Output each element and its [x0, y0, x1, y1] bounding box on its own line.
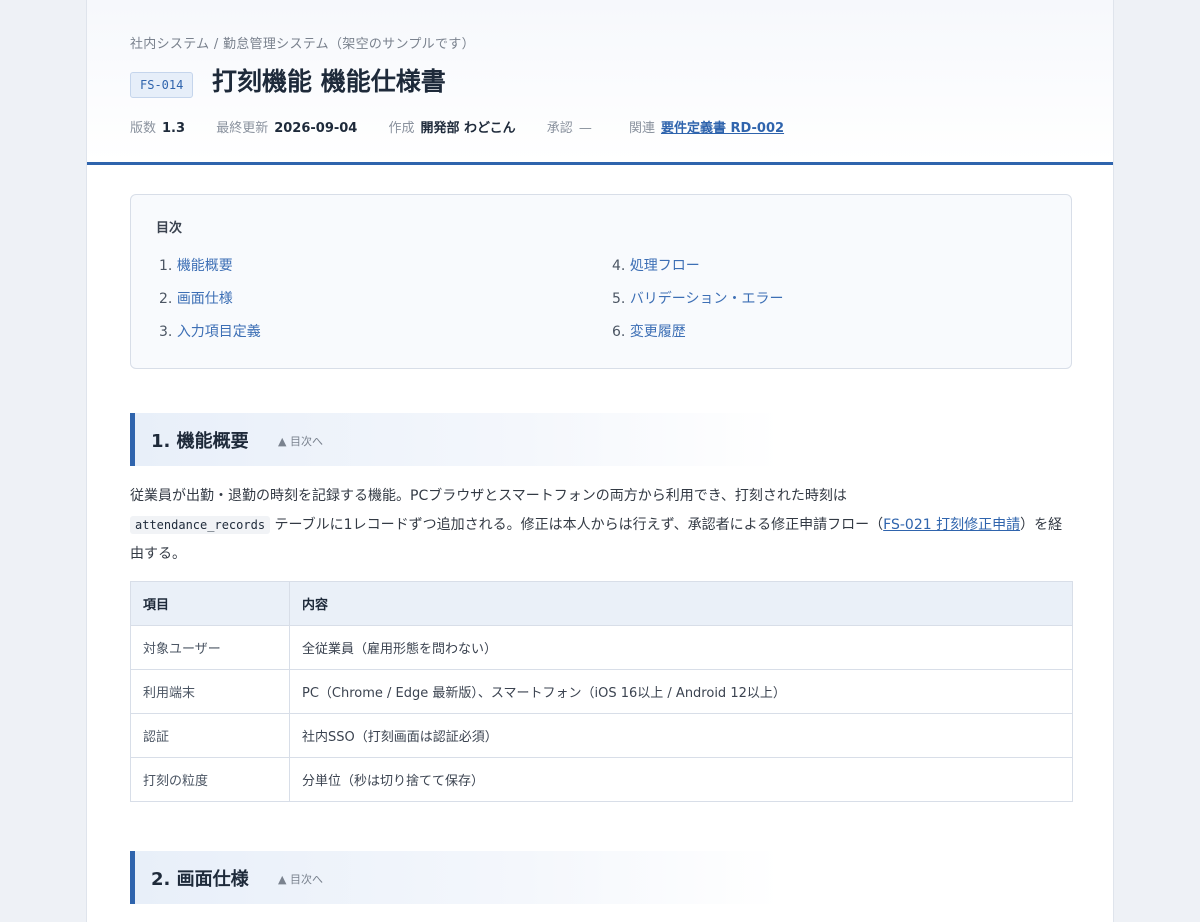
toc-item-number: 2. [159, 291, 173, 307]
toc-item-6: 6. 変更履歴 [612, 321, 686, 341]
correction-request-link[interactable]: FS-021 打刻修正申請 [883, 517, 1020, 533]
toc-link-input-fields[interactable]: 入力項目定義 [177, 324, 261, 340]
section-title: 1. 機能概要 [151, 431, 249, 452]
toc-link-validation[interactable]: バリデーション・エラー [630, 291, 784, 307]
overview-text: テーブルに1レコードずつ追加される。修正は本人からは行えず、承認者による修正申請… [270, 517, 884, 533]
meta-related: 関連 要件定義書 RD-002 [629, 117, 784, 136]
doc-id-badge: FS-014 [130, 72, 194, 98]
table-cell-key: 利用端末 [130, 669, 290, 714]
toc-item-number: 1. [159, 258, 173, 274]
table-header-row: 項目 内容 [130, 581, 1073, 626]
toc-item-3: 3. 入力項目定義 [159, 321, 261, 341]
toc-item-number: 4. [612, 258, 626, 274]
meta-author: 作成 開発部 わどこん [389, 117, 516, 136]
meta-updated: 最終更新 2026-09-04 [216, 117, 357, 136]
meta-version-label: 版数 [130, 121, 157, 136]
section-heading-overview: 1. 機能概要 ▲ 目次へ [130, 413, 780, 466]
meta-related-label: 関連 [628, 121, 655, 136]
doc-meta: 版数 1.3 最終更新 2026-09-04 作成 開発部 わどこん 承認 — 関連 要件… [130, 117, 811, 136]
meta-approval-value: — [578, 121, 592, 136]
related-doc-link[interactable]: 要件定義書 RD-002 [661, 121, 784, 136]
spec-table: 項目 内容 対象ユーザー 全従業員（雇用形態を問わない） 利用端末 PC（Chr… [130, 581, 1073, 802]
table-cell-key: 打刻の粒度 [130, 757, 290, 802]
back-to-toc-link[interactable]: ▲ 目次へ [278, 871, 323, 887]
overview-paragraph: 従業員が出勤・退勤の時刻を記録する機能。PCブラウザとスマートフォンの両方から利… [130, 482, 1075, 569]
overview-text: 従業員が出勤・退勤の時刻を記録する機能。PCブラウザとスマートフォンの両方から利… [130, 488, 847, 504]
toc-link-process-flow[interactable]: 処理フロー [630, 258, 700, 274]
section-heading-screen-spec: 2. 画面仕様 ▲ 目次へ [130, 851, 780, 904]
table-row: 利用端末 PC（Chrome / Edge 最新版）、スマートフォン（iOS 1… [130, 669, 1073, 714]
toc-item-1: 1. 機能概要 [159, 255, 233, 275]
toc-link-screen-spec[interactable]: 画面仕様 [177, 291, 233, 307]
toc-title: 目次 [156, 221, 183, 236]
table-cell-value: 分単位（秒は切り捨てて保存） [289, 757, 1073, 802]
section-title: 2. 画面仕様 [151, 869, 249, 890]
toc-link-overview[interactable]: 機能概要 [177, 258, 233, 274]
document-page: 社内システム / 勤怠管理システム（架空のサンプルです） FS-014 打刻機能… [86, 0, 1114, 922]
toc-item-number: 3. [159, 324, 173, 340]
page-title: 打刻機能 機能仕様書 [212, 67, 446, 96]
meta-author-label: 作成 [388, 121, 415, 136]
meta-version-value: 1.3 [162, 121, 186, 136]
meta-approval-label: 承認 [546, 121, 573, 136]
back-to-toc-link[interactable]: ▲ 目次へ [278, 433, 323, 449]
breadcrumb: 社内システム / 勤怠管理システム（架空のサンプルです） [130, 37, 475, 52]
table-cell-value: 全従業員（雇用形態を問わない） [289, 625, 1073, 670]
column-header: 内容 [289, 581, 1073, 626]
table-cell-value: PC（Chrome / Edge 最新版）、スマートフォン（iOS 16以上 /… [289, 669, 1073, 714]
table-name-code: attendance_records [130, 516, 271, 534]
table-row: 対象ユーザー 全従業員（雇用形態を問わない） [130, 625, 1073, 670]
table-cell-key: 対象ユーザー [130, 625, 290, 670]
toc-item-number: 5. [612, 291, 626, 307]
toc-link-change-history[interactable]: 変更履歴 [630, 324, 686, 340]
column-header: 項目 [130, 581, 290, 626]
table-cell-key: 認証 [130, 713, 290, 758]
meta-updated-value: 2026-09-04 [274, 121, 358, 136]
table-cell-value: 社内SSO（打刻画面は認証必須） [289, 713, 1073, 758]
toc-item-2: 2. 画面仕様 [159, 288, 233, 308]
toc-item-5: 5. バリデーション・エラー [612, 288, 784, 308]
table-row: 認証 社内SSO（打刻画面は認証必須） [130, 713, 1073, 758]
document-header: 社内システム / 勤怠管理システム（架空のサンプルです） FS-014 打刻機能… [87, 0, 1113, 165]
toc-item-4: 4. 処理フロー [612, 255, 700, 275]
meta-approval: 承認 — [547, 117, 598, 136]
meta-version: 版数 1.3 [130, 117, 185, 136]
meta-updated-label: 最終更新 [216, 121, 269, 136]
toc-item-number: 6. [612, 324, 626, 340]
meta-author-value: 開発部 わどこん [420, 121, 516, 136]
table-row: 打刻の粒度 分単位（秒は切り捨てて保存） [130, 757, 1073, 802]
table-of-contents: 目次 1. 機能概要 2. 画面仕様 3. 入力項目定義 4. 処理フロー 5.… [130, 194, 1072, 369]
